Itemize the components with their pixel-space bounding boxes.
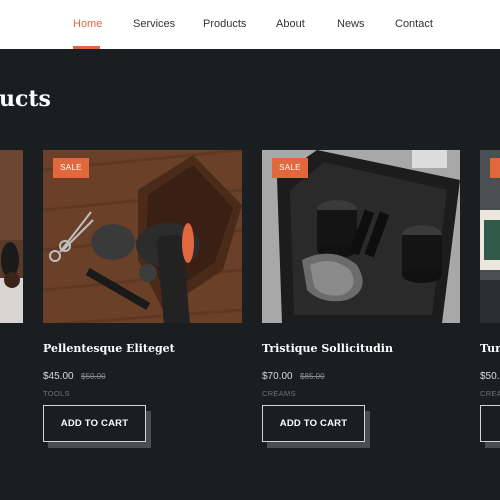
product-price: $50. <box>480 371 500 382</box>
product-old-price: $50.00 <box>81 372 106 381</box>
product-category[interactable]: CREAMS <box>262 389 296 398</box>
add-to-cart-button[interactable]: ADD TO CART <box>43 405 146 442</box>
add-to-cart-wrapper <box>480 405 500 450</box>
nav-contact[interactable]: Contact <box>395 18 433 30</box>
product-name[interactable]: Tur <box>480 342 500 355</box>
product-category[interactable]: CREA <box>480 389 500 398</box>
add-to-cart-button[interactable]: ADD TO CART <box>262 405 365 442</box>
price-row: $70.00 $85.00 <box>262 366 325 384</box>
product-name[interactable]: Pellentesque Eliteget <box>43 342 175 355</box>
nav-home[interactable]: Home <box>73 18 102 30</box>
add-to-cart-wrapper: ADD TO CART <box>262 405 372 450</box>
nav-active-indicator <box>73 46 100 49</box>
price-row: $45.00 $50.00 <box>43 366 106 384</box>
nav-services[interactable]: Services <box>133 18 175 30</box>
top-navigation: Home Services Products About News Contac… <box>0 0 500 49</box>
product-image[interactable] <box>0 150 23 323</box>
product-category[interactable]: TOOLS <box>43 389 70 398</box>
sale-badge: SALE <box>272 158 308 178</box>
nav-about[interactable]: About <box>276 18 305 30</box>
product-price: $70.00 <box>262 371 293 382</box>
sale-badge <box>490 158 500 178</box>
price-row: $50. <box>480 366 499 384</box>
product-price: $45.00 <box>43 371 74 382</box>
add-to-cart-wrapper: ADD TO CART <box>43 405 153 450</box>
nav-products[interactable]: Products <box>203 18 246 30</box>
add-to-cart-button[interactable] <box>480 405 500 442</box>
product-card-partial-right: Tur $50. CREA <box>480 150 500 450</box>
product-name[interactable]: Tristique Sollicitudin <box>262 342 393 355</box>
product-old-price: $85.00 <box>300 372 325 381</box>
sale-badge: SALE <box>53 158 89 178</box>
section-title: ucts <box>0 86 51 112</box>
nav-news[interactable]: News <box>337 18 365 30</box>
